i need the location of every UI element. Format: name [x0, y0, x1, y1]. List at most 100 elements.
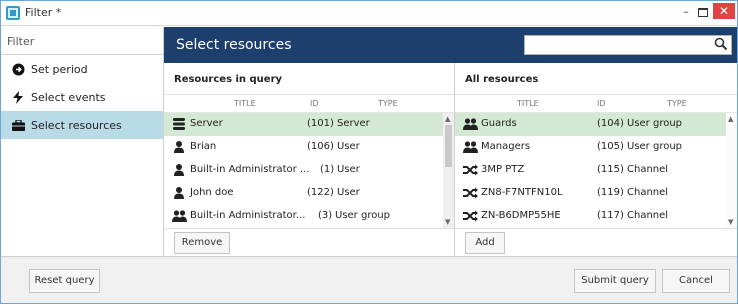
column-headers: TITLE ID TYPE [455, 95, 737, 113]
row-type: User [337, 164, 360, 175]
table-row[interactable]: Server (101) Server [164, 113, 454, 136]
column-header-title[interactable]: TITLE [234, 99, 256, 108]
row-title: Brian [190, 141, 217, 152]
row-type: Channel [627, 210, 669, 221]
column-headers: TITLE ID TYPE [164, 95, 454, 113]
panel-title: Resources in query [164, 63, 454, 95]
row-type: Server [337, 118, 370, 129]
row-type: User group [627, 141, 683, 152]
panel-footer: Remove [164, 228, 454, 256]
row-id: (115) [597, 164, 624, 175]
scroll-up-icon[interactable]: ▲ [728, 115, 733, 123]
query-panel: Resources in query TITLE ID TYPE Server … [164, 63, 455, 256]
scroll-up-icon[interactable]: ▲ [445, 115, 450, 123]
row-type: User [337, 141, 360, 152]
scroll-thumb[interactable] [445, 125, 452, 167]
table-row[interactable]: Managers (105) User group [455, 136, 737, 159]
sidebar-item-select-resources[interactable]: Select resources [1, 111, 163, 139]
table-row[interactable]: ZN8-F7NTFN10L (119) Channel [455, 182, 737, 205]
sidebar-item-set-period[interactable]: Set period [1, 55, 163, 83]
row-title: ZN-B6DMP55HE [481, 210, 561, 221]
window-title: Filter * [25, 6, 62, 19]
row-type: Channel [627, 164, 669, 175]
app-icon [6, 6, 20, 20]
sidebar-item-label: Set period [31, 62, 88, 76]
filter-window: Filter * – ✕ Filter Set period Select ev… [0, 0, 738, 304]
row-title: John doe [190, 187, 234, 198]
submit-query-button[interactable]: Submit query [574, 269, 656, 293]
row-id: (122) [307, 187, 334, 198]
row-type: Channel [627, 187, 669, 198]
user-group-icon [172, 210, 187, 222]
table-row[interactable]: 3MP PTZ (115) Channel [455, 159, 737, 182]
row-id: (105) [597, 141, 624, 152]
all-resources-panel: All resources TITLE ID TYPE Guards (104)… [455, 63, 737, 256]
row-type: User group [627, 118, 683, 129]
row-title: Server [190, 118, 223, 129]
row-id: (104) [597, 118, 624, 129]
close-button[interactable]: ✕ [713, 3, 735, 19]
briefcase-icon [11, 118, 25, 132]
sidebar-header: Filter [1, 27, 163, 55]
row-type: User group [335, 210, 391, 221]
row-id: (106) [307, 141, 334, 152]
search-icon[interactable] [714, 37, 728, 51]
row-title: Guards [481, 118, 517, 129]
clock-arrow-icon [11, 62, 25, 76]
column-header-id[interactable]: ID [310, 99, 319, 108]
scrollbar[interactable]: ▲ ▼ [726, 113, 737, 228]
table-row[interactable]: Built-in Administrator ... (1) User [164, 159, 454, 182]
sidebar-item-label: Select events [31, 90, 106, 104]
row-title: Built-in Administrator... [190, 210, 306, 221]
sidebar: Filter Set period Select events Select r… [1, 27, 164, 256]
column-header-type[interactable]: TYPE [378, 99, 398, 108]
column-header-id[interactable]: ID [597, 99, 606, 108]
user-group-icon [463, 141, 478, 153]
scroll-down-icon[interactable]: ▼ [445, 218, 450, 226]
table-row[interactable]: Built-in Administrator... (3) User group [164, 205, 454, 228]
row-id: (101) [307, 118, 334, 129]
user-icon [172, 141, 186, 153]
scroll-down-icon[interactable]: ▼ [728, 218, 733, 226]
query-list: Server (101) Server Brian (106) User Bui… [164, 113, 454, 228]
row-title: Built-in Administrator ... [190, 164, 310, 175]
user-group-icon [463, 118, 478, 130]
channel-icon [463, 187, 478, 199]
cancel-button[interactable]: Cancel [662, 269, 730, 293]
title-bar: Filter * – ✕ [1, 1, 737, 26]
table-row[interactable]: Brian (106) User [164, 136, 454, 159]
remove-button[interactable]: Remove [174, 232, 230, 254]
all-resources-list: Guards (104) User group Managers (105) U… [455, 113, 737, 228]
channel-icon [463, 210, 478, 222]
row-id: (3) [318, 210, 333, 221]
column-header-type[interactable]: TYPE [667, 99, 687, 108]
search-box [524, 35, 732, 55]
reset-query-button[interactable]: Reset query [29, 269, 100, 293]
add-button[interactable]: Add [465, 232, 505, 254]
search-input[interactable] [525, 36, 711, 54]
panel-title: All resources [455, 63, 737, 95]
sidebar-item-label: Select resources [31, 118, 122, 132]
row-id: (117) [597, 210, 624, 221]
page-title: Select resources [176, 37, 292, 53]
sidebar-item-select-events[interactable]: Select events [1, 83, 163, 111]
row-title: ZN8-F7NTFN10L [481, 187, 563, 198]
row-title: Managers [481, 141, 531, 152]
table-row[interactable]: ZN-B6DMP55HE (117) Channel [455, 205, 737, 228]
column-header-title[interactable]: TITLE [517, 99, 539, 108]
dialog-footer: Reset query Submit query Cancel [1, 256, 737, 303]
row-title: 3MP PTZ [481, 164, 525, 175]
row-id: (1) [320, 164, 335, 175]
row-id: (119) [597, 187, 624, 198]
user-icon [172, 164, 186, 176]
maximize-button[interactable] [695, 5, 709, 19]
table-row[interactable]: John doe (122) User [164, 182, 454, 205]
lightning-icon [11, 90, 25, 104]
scrollbar[interactable]: ▲ ▼ [443, 113, 454, 228]
section-header: Select resources [164, 27, 737, 63]
channel-icon [463, 164, 478, 176]
server-icon [172, 118, 186, 130]
panel-footer: Add [455, 228, 737, 256]
table-row[interactable]: Guards (104) User group [455, 113, 737, 136]
minimize-button[interactable]: – [679, 5, 693, 19]
